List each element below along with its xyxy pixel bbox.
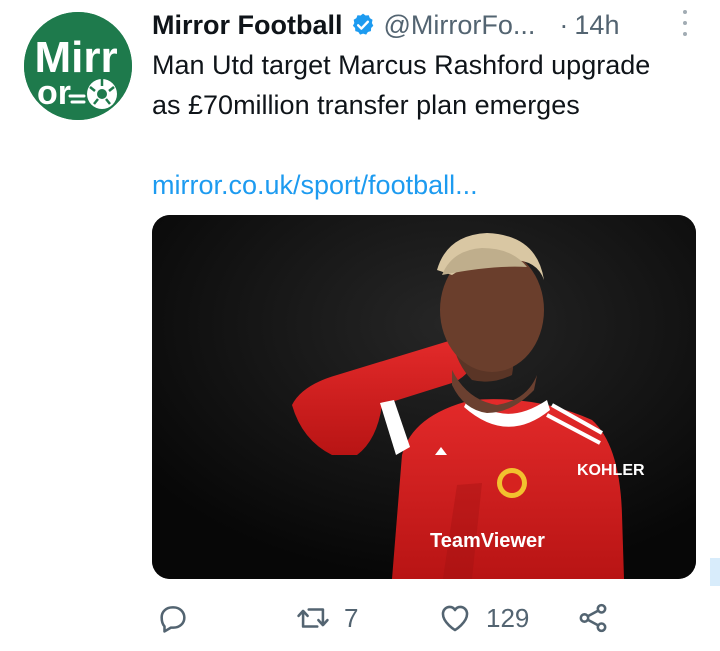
svg-text:KOHLER: KOHLER — [577, 462, 645, 479]
display-name[interactable]: Mirror Football — [152, 8, 343, 42]
avatar[interactable]: Mirr or — [24, 12, 132, 120]
timestamp[interactable]: 14h — [574, 8, 619, 42]
more-options-icon[interactable] — [680, 10, 690, 36]
like-count: 129 — [486, 602, 530, 633]
like-button[interactable]: 129 — [438, 598, 529, 638]
retweet-button[interactable]: 7 — [296, 598, 358, 638]
scroll-indicator — [710, 558, 720, 586]
retweet-icon — [297, 608, 329, 628]
tweet-actions: 7 129 — [152, 598, 622, 638]
share-icon — [579, 603, 607, 633]
share-button[interactable] — [576, 598, 610, 638]
tweet-header: Mirror Football @MirrorFo... · 14h — [152, 8, 707, 42]
reply-icon — [160, 606, 186, 633]
svg-text:TeamViewer: TeamViewer — [430, 530, 545, 552]
retweet-count: 7 — [344, 602, 359, 633]
rashford-photo: TeamViewer KOHLER — [152, 215, 696, 579]
heart-icon — [441, 605, 469, 632]
tweet-link[interactable]: mirror.co.uk/sport/football... — [152, 167, 478, 203]
handle[interactable]: @MirrorFo... — [384, 8, 536, 42]
svg-text:or: or — [37, 74, 71, 112]
reply-button[interactable] — [156, 598, 190, 638]
tweet-image[interactable]: TeamViewer KOHLER — [152, 215, 696, 579]
verified-badge-icon — [352, 13, 373, 35]
mirror-logo: Mirr or — [24, 12, 132, 120]
separator-dot: · — [559, 10, 569, 40]
tweet-text: Man Utd target Marcus Rashford upgrade a… — [152, 50, 651, 120]
